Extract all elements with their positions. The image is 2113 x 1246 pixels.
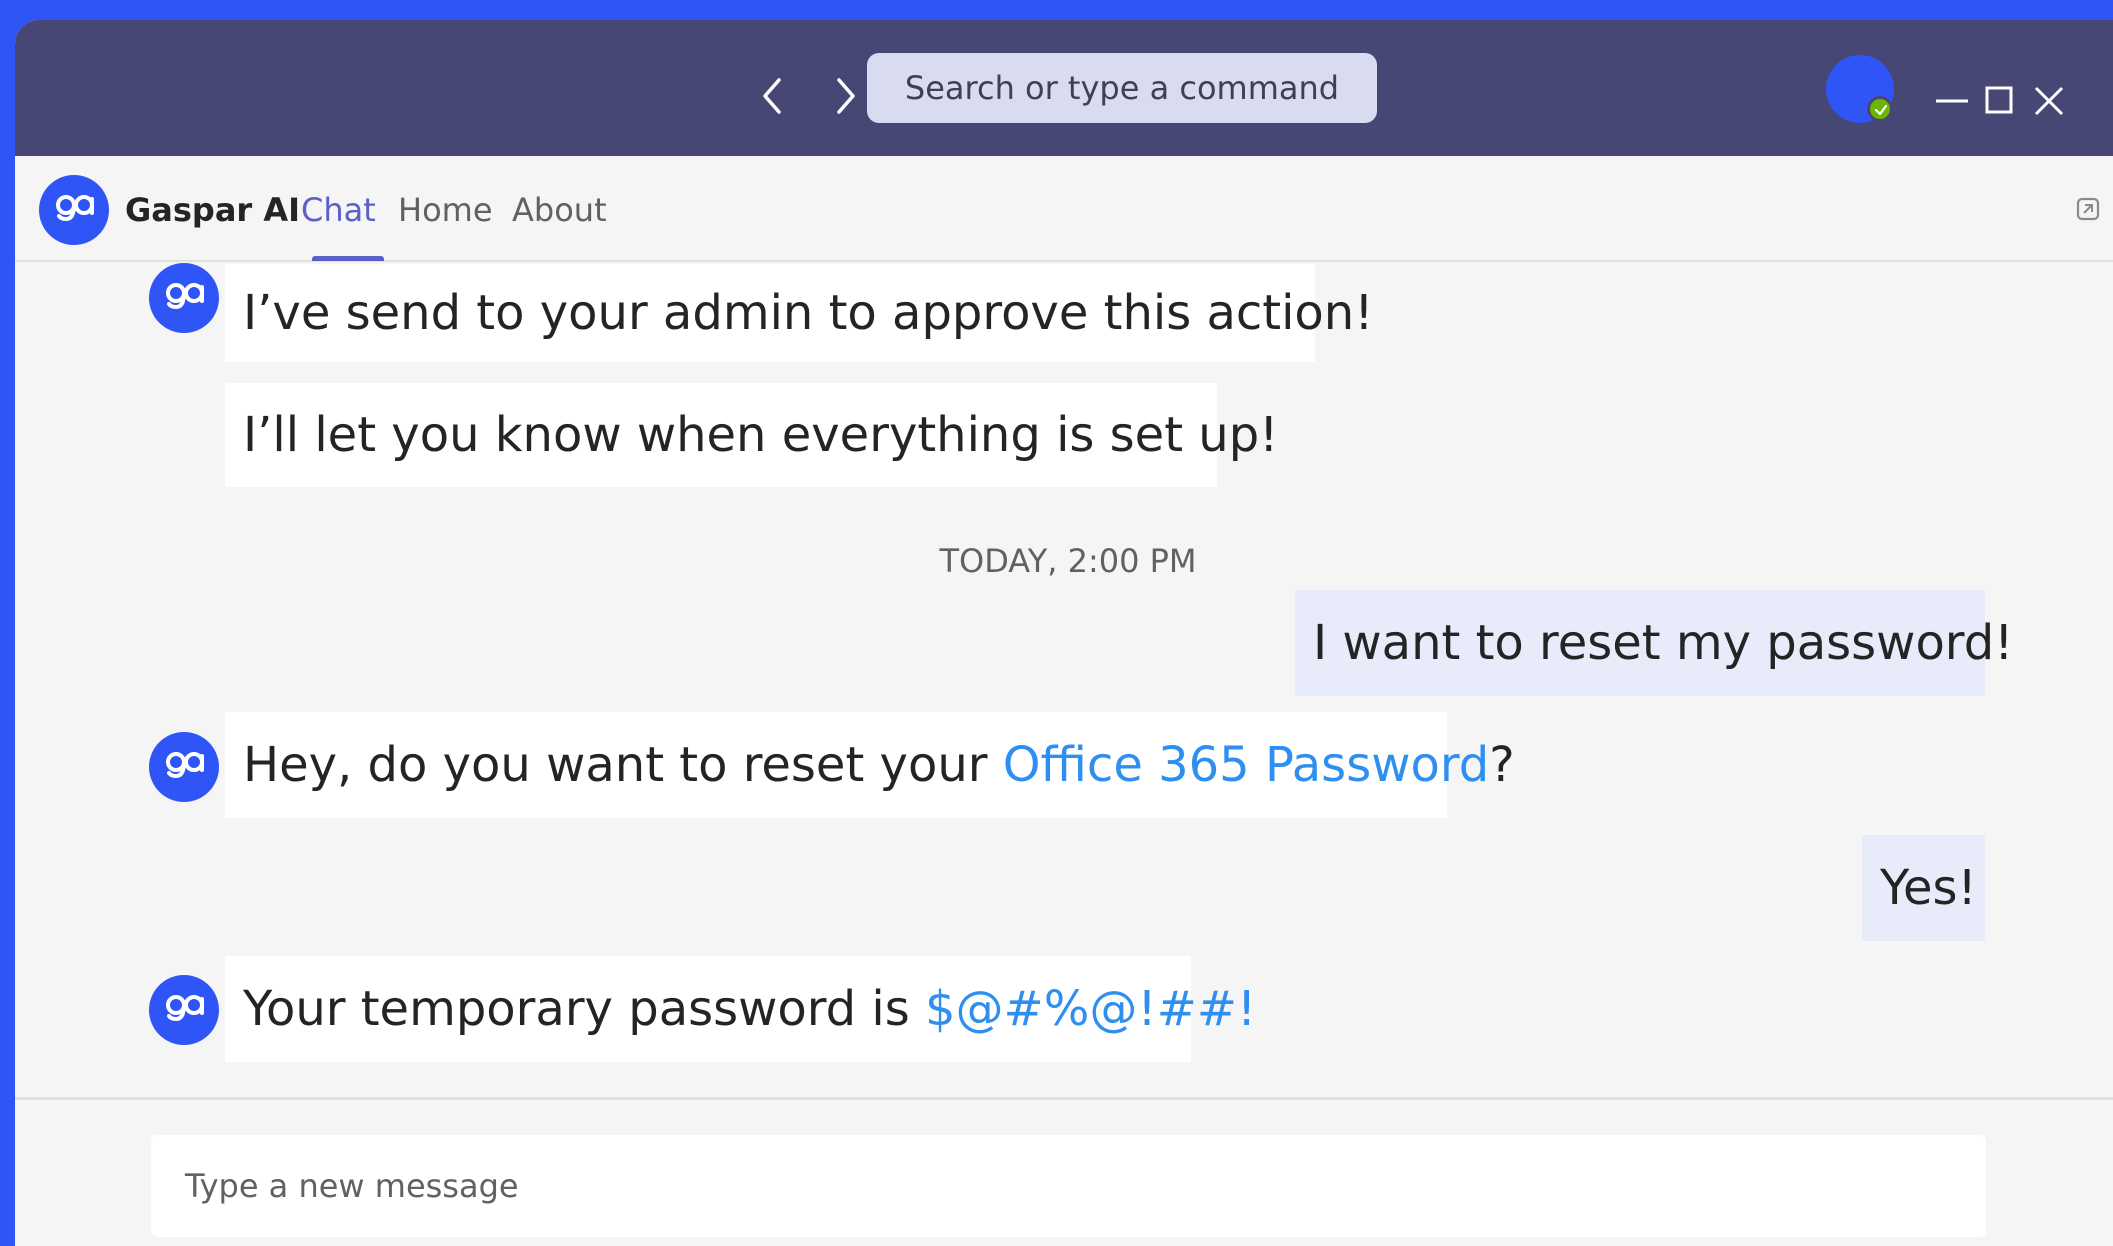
search-placeholder: Search or type a command <box>904 69 1340 107</box>
title-bar: Search or type a command <box>15 20 2113 156</box>
presence-available-icon <box>1867 96 1893 122</box>
user-message: I want to reset my password! <box>1295 590 2013 696</box>
composer-divider <box>15 1097 2113 1100</box>
app-header: Gaspar AI Chat Home About <box>15 156 2113 262</box>
user-message: Yes! <box>1862 835 1985 941</box>
bot-avatar-icon <box>149 263 219 333</box>
tab-chat[interactable]: Chat <box>301 191 376 229</box>
back-arrow-icon[interactable] <box>753 68 793 124</box>
message-text: ? <box>1489 737 1515 793</box>
tab-home[interactable]: Home <box>398 191 493 229</box>
minimize-icon[interactable] <box>1933 82 1971 120</box>
message-text: I’ll let you know when everything is set… <box>243 407 1279 463</box>
timestamp-divider: TODAY, 2:00 PM <box>939 542 1197 580</box>
gaspar-logo-icon <box>39 175 109 245</box>
search-input[interactable]: Search or type a command <box>867 53 1377 123</box>
message-text: Hey, do you want to reset your <box>243 737 1003 793</box>
temporary-password-link[interactable]: $@#%@!##! <box>925 981 1256 1037</box>
popout-icon[interactable] <box>2075 196 2101 222</box>
teams-window: Search or type a command Gaspar AI Chat <box>15 20 2113 1246</box>
message-input-placeholder: Type a new message <box>185 1167 519 1205</box>
maximize-icon[interactable] <box>1980 82 2018 120</box>
message-text: I’ve send to your admin to approve this … <box>243 285 1374 341</box>
message-input[interactable]: Type a new message <box>151 1135 1986 1237</box>
forward-arrow-icon[interactable] <box>825 68 865 124</box>
bot-message: Your temporary password is $@#%@!##! <box>225 956 1256 1062</box>
app-name: Gaspar AI <box>125 191 300 229</box>
message-text: I want to reset my password! <box>1313 615 2014 671</box>
bot-message: Hey, do you want to reset your Office 36… <box>225 712 1515 818</box>
active-tab-indicator <box>312 256 384 261</box>
bot-avatar-icon <box>149 732 219 802</box>
message-text: Yes! <box>1880 860 1977 916</box>
bot-avatar-icon <box>149 975 219 1045</box>
bot-message: I’ve send to your admin to approve this … <box>225 264 1373 362</box>
message-text: Your temporary password is <box>243 981 925 1037</box>
close-icon[interactable] <box>2030 82 2068 120</box>
office-365-password-link[interactable]: Office 365 Password <box>1003 737 1489 793</box>
bot-message: I’ll let you know when everything is set… <box>225 383 1278 487</box>
tab-about[interactable]: About <box>512 191 607 229</box>
